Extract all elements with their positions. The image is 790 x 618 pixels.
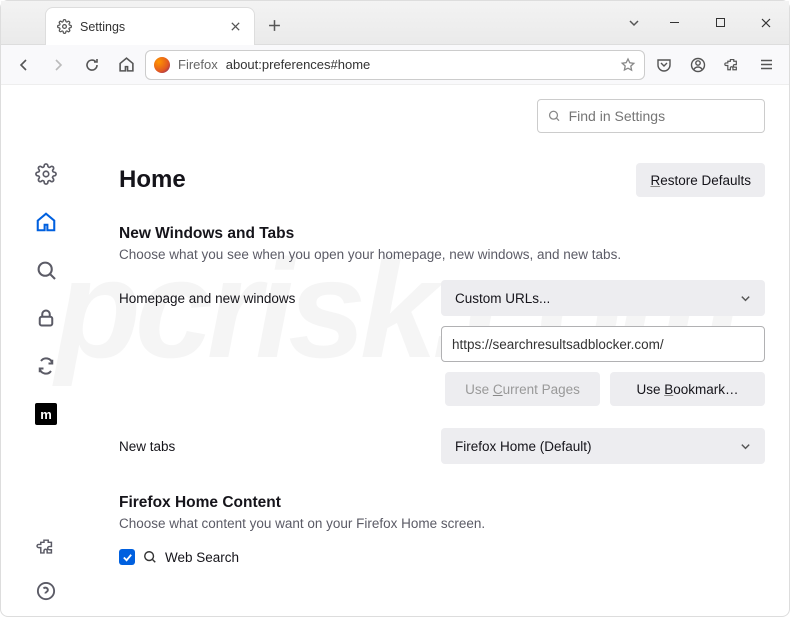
reload-button[interactable] <box>77 50 107 80</box>
use-bookmark-button[interactable]: Use Bookmark… <box>610 372 765 406</box>
homepage-dropdown-value: Custom URLs... <box>455 291 550 306</box>
sidebar-home-icon[interactable] <box>35 211 57 233</box>
url-context: Firefox <box>178 57 218 72</box>
gear-icon <box>56 19 72 35</box>
new-tab-button[interactable] <box>259 7 289 44</box>
sidebar-general-icon[interactable] <box>35 163 57 185</box>
close-tab-button[interactable] <box>226 18 244 36</box>
chevron-down-icon <box>740 441 751 452</box>
tab-title: Settings <box>80 20 218 34</box>
sidebar-privacy-icon[interactable] <box>35 307 57 329</box>
chevron-down-icon <box>740 293 751 304</box>
use-current-pages-button[interactable]: Use Current Pages <box>445 372 600 406</box>
settings-main: Home Restore Defaults New Windows and Ta… <box>91 85 789 618</box>
page-heading: Home <box>119 166 186 194</box>
maximize-button[interactable] <box>697 1 743 45</box>
titlebar: Settings <box>1 1 789 45</box>
search-icon <box>548 109 561 123</box>
newtabs-dropdown[interactable]: Firefox Home (Default) <box>441 428 765 464</box>
browser-tab[interactable]: Settings <box>45 7 255 45</box>
forward-button[interactable] <box>43 50 73 80</box>
home-button[interactable] <box>111 50 141 80</box>
section-windows-tabs-title: New Windows and Tabs <box>119 225 765 243</box>
search-field[interactable] <box>569 108 754 124</box>
close-window-button[interactable] <box>743 1 789 45</box>
sidebar-sync-icon[interactable] <box>35 355 57 377</box>
url-text: about:preferences#home <box>226 57 371 72</box>
section-home-content-title: Firefox Home Content <box>119 494 765 512</box>
homepage-dropdown[interactable]: Custom URLs... <box>441 280 765 316</box>
firefox-icon <box>154 57 170 73</box>
sidebar-more-icon[interactable]: m <box>35 403 57 425</box>
newtabs-label: New tabs <box>119 439 429 454</box>
section-home-content-desc: Choose what content you want on your Fir… <box>119 516 765 531</box>
sidebar-extensions-icon[interactable] <box>35 536 57 558</box>
websearch-checkbox[interactable] <box>119 549 135 565</box>
pocket-button[interactable] <box>649 50 679 80</box>
sidebar-search-icon[interactable] <box>35 259 57 281</box>
extensions-button[interactable] <box>717 50 747 80</box>
sidebar-help-icon[interactable] <box>35 580 57 602</box>
window-controls <box>651 1 789 44</box>
toolbar: Firefox about:preferences#home <box>1 45 789 85</box>
newtabs-dropdown-value: Firefox Home (Default) <box>455 439 592 454</box>
url-bar[interactable]: Firefox about:preferences#home <box>145 50 645 80</box>
settings-sidebar: m <box>1 85 91 618</box>
websearch-label: Web Search <box>165 550 239 565</box>
restore-defaults-button[interactable]: Restore Defaults <box>636 163 765 197</box>
tabs-dropdown-button[interactable] <box>617 1 651 44</box>
homepage-url-input[interactable] <box>441 326 765 362</box>
homepage-label: Homepage and new windows <box>119 291 429 306</box>
app-menu-button[interactable] <box>751 50 781 80</box>
search-icon <box>143 550 157 564</box>
back-button[interactable] <box>9 50 39 80</box>
section-windows-tabs-desc: Choose what you see when you open your h… <box>119 247 765 262</box>
settings-search-input[interactable] <box>537 99 765 133</box>
minimize-button[interactable] <box>651 1 697 45</box>
bookmark-star-icon[interactable] <box>620 57 636 73</box>
content-area: m Home Restore Defaults New Windows and … <box>1 85 789 618</box>
account-button[interactable] <box>683 50 713 80</box>
